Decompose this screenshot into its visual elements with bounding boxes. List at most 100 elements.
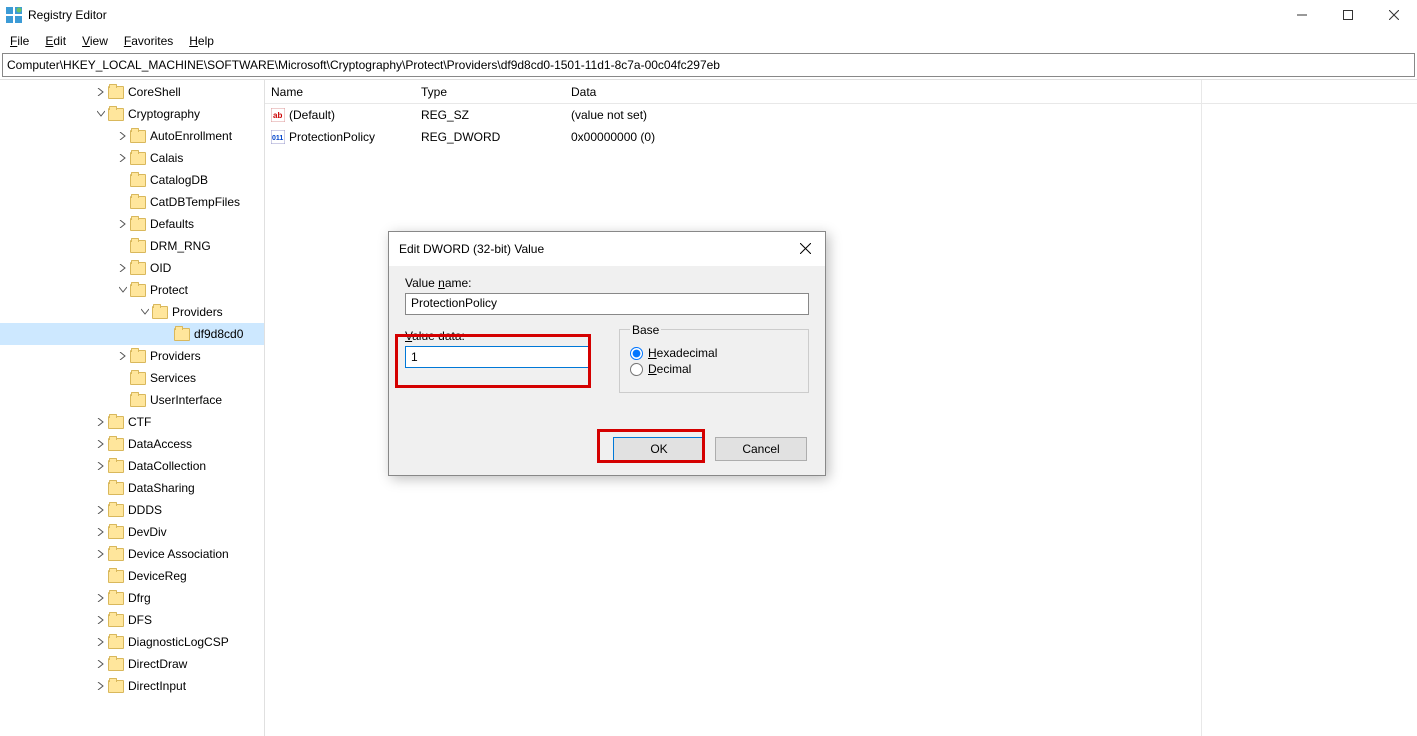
minimize-button[interactable] [1279,0,1325,30]
tree-item-label: DataCollection [128,459,206,473]
tree-item[interactable]: CatDBTempFiles [0,191,264,213]
chevron-right-icon[interactable] [94,415,108,429]
tree-item[interactable]: OID [0,257,264,279]
folder-icon [130,152,146,165]
tree-item[interactable]: DataAccess [0,433,264,455]
tree-item-label: Providers [150,349,201,363]
chevron-down-icon[interactable] [116,283,130,297]
tree-item[interactable]: DirectInput [0,675,264,697]
tree-item[interactable]: DRM_RNG [0,235,264,257]
folder-icon [152,306,168,319]
svg-text:011: 011 [272,135,283,142]
chevron-right-icon[interactable] [116,129,130,143]
tree-item[interactable]: AutoEnrollment [0,125,264,147]
tree-item-label: CatDBTempFiles [150,195,240,209]
radio-hexadecimal[interactable] [630,347,643,360]
tree-item[interactable]: Calais [0,147,264,169]
tree-item[interactable]: DirectDraw [0,653,264,675]
chevron-right-icon[interactable] [116,261,130,275]
value-name: ProtectionPolicy [289,130,375,144]
menu-view[interactable]: View [76,33,114,49]
value-data: 0x00000000 (0) [565,130,925,144]
chevron-right-icon[interactable] [116,349,130,363]
folder-icon [130,130,146,143]
svg-text:ab: ab [273,111,282,120]
col-data-header[interactable]: Data [565,85,925,99]
chevron-right-icon[interactable] [116,217,130,231]
menu-file[interactable]: File [4,33,35,49]
close-button[interactable] [1371,0,1417,30]
dialog-titlebar[interactable]: Edit DWORD (32-bit) Value [389,232,825,266]
tree-item[interactable]: df9d8cd0 [0,323,264,345]
chevron-right-icon[interactable] [94,85,108,99]
folder-icon [130,372,146,385]
tree-item[interactable]: Providers [0,301,264,323]
tree-item[interactable]: DiagnosticLogCSP [0,631,264,653]
col-type-header[interactable]: Type [415,85,565,99]
tree-item-label: DFS [128,613,152,627]
tree-item[interactable]: DFS [0,609,264,631]
menu-help[interactable]: Help [183,33,220,49]
folder-icon [174,328,190,341]
folder-icon [130,350,146,363]
radio-dec-row[interactable]: Decimal [630,362,798,376]
tree-item-label: AutoEnrollment [150,129,232,143]
menubar: File Edit View Favorites Help [0,30,1417,52]
tree-item-label: CatalogDB [150,173,208,187]
value-data-input[interactable] [405,346,589,368]
dialog-close-button[interactable] [795,241,815,257]
value-name-field[interactable]: ProtectionPolicy [405,293,809,315]
menu-edit[interactable]: Edit [39,33,72,49]
list-row[interactable]: ab(Default)REG_SZ(value not set) [265,104,1417,126]
address-bar[interactable]: Computer\HKEY_LOCAL_MACHINE\SOFTWARE\Mic… [2,53,1415,77]
tree-item[interactable]: Device Association [0,543,264,565]
list-row[interactable]: 011ProtectionPolicyREG_DWORD0x00000000 (… [265,126,1417,148]
chevron-right-icon[interactable] [94,679,108,693]
chevron-right-icon[interactable] [94,503,108,517]
tree-item[interactable]: DataSharing [0,477,264,499]
chevron-right-icon[interactable] [94,525,108,539]
tree-item[interactable]: DDDS [0,499,264,521]
folder-icon [130,218,146,231]
tree-item[interactable]: Providers [0,345,264,367]
tree-scroll[interactable]: CoreShellCryptography AutoEnrollment Calai… [0,80,264,718]
folder-icon [108,482,124,495]
chevron-right-icon[interactable] [94,613,108,627]
folder-icon [108,416,124,429]
chevron-right-icon[interactable] [94,437,108,451]
chevron-right-icon[interactable] [94,459,108,473]
value-name: (Default) [289,108,335,122]
tree-item[interactable]: UserInterface [0,389,264,411]
tree-item[interactable]: DevDiv [0,521,264,543]
ok-button[interactable]: OK [613,437,705,461]
tree-item[interactable]: Cryptography [0,103,264,125]
tree-item[interactable]: Defaults [0,213,264,235]
tree-item[interactable]: CTF [0,411,264,433]
tree-item[interactable]: DeviceReg [0,565,264,587]
tree-item[interactable]: CatalogDB [0,169,264,191]
radio-hex-row[interactable]: Hexadecimal [630,346,798,360]
folder-icon [130,240,146,253]
col-name-header[interactable]: Name [265,85,415,99]
chevron-down-icon[interactable] [94,107,108,121]
tree-item[interactable]: Services [0,367,264,389]
value-data-label: Value data: [405,329,595,343]
maximize-button[interactable] [1325,0,1371,30]
tree-hscroll[interactable] [0,718,264,736]
chevron-right-icon[interactable] [116,151,130,165]
chevron-right-icon[interactable] [94,657,108,671]
folder-icon [130,174,146,187]
tree-item[interactable]: DataCollection [0,455,264,477]
chevron-right-icon[interactable] [94,591,108,605]
folder-icon [108,460,124,473]
tree-item[interactable]: Protect [0,279,264,301]
tree-item-label: df9d8cd0 [194,327,243,341]
menu-favorites[interactable]: Favorites [118,33,179,49]
chevron-right-icon[interactable] [94,635,108,649]
tree-item[interactable]: CoreShell [0,81,264,103]
chevron-right-icon[interactable] [94,547,108,561]
cancel-button[interactable]: Cancel [715,437,807,461]
chevron-down-icon[interactable] [138,305,152,319]
radio-decimal[interactable] [630,363,643,376]
tree-item[interactable]: Dfrg [0,587,264,609]
